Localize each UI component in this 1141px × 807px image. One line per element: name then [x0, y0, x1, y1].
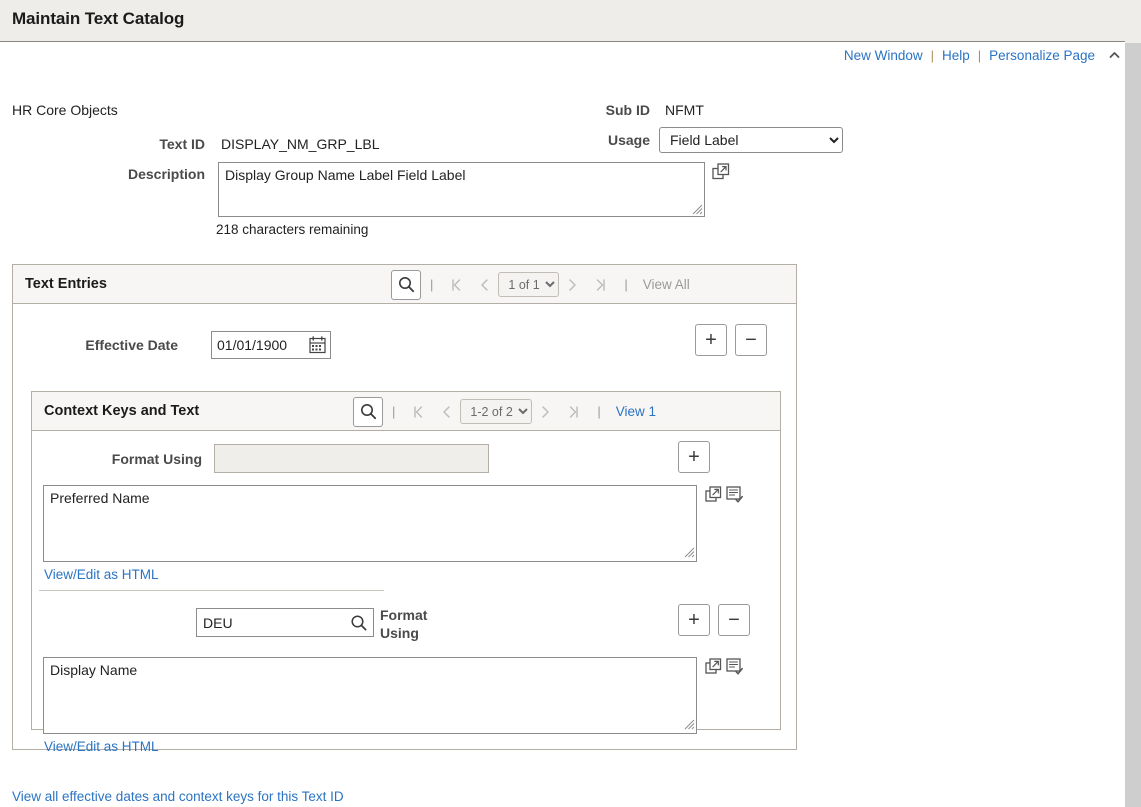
- pager-pipe-left: |: [421, 277, 442, 292]
- chars-remaining-text: 218 characters remaining: [216, 222, 368, 237]
- text-id-value: DISPLAY_NM_GRP_LBL: [221, 136, 379, 152]
- context-keys-header: Context Keys and Text |: [32, 392, 780, 431]
- view-edit-html-link-2[interactable]: View/Edit as HTML: [44, 739, 159, 754]
- format-using-label-1: Format Using: [72, 451, 202, 467]
- text-entries-pager: | 1 of 1: [391, 265, 696, 304]
- first-page-icon[interactable]: [404, 405, 433, 419]
- view-all-link[interactable]: View All: [637, 277, 696, 292]
- pager-pipe-left: |: [383, 404, 404, 419]
- prev-page-icon[interactable]: [471, 278, 498, 292]
- context-text-area-1[interactable]: Preferred Name: [43, 485, 697, 562]
- group-name-label: HR Core Objects: [12, 102, 118, 118]
- chevron-up-icon[interactable]: [1105, 46, 1123, 64]
- text-entries-header: Text Entries | 1 of 1: [13, 265, 796, 304]
- language-input-2[interactable]: [197, 609, 339, 636]
- add-effective-date-button[interactable]: +: [695, 324, 727, 356]
- format-using-label-2: Format Using: [380, 606, 442, 642]
- view-edit-html-link-1[interactable]: View/Edit as HTML: [44, 567, 159, 582]
- pager-pipe-right: |: [588, 404, 609, 419]
- context-text-area-2[interactable]: Display Name: [43, 657, 697, 734]
- next-page-icon[interactable]: [559, 278, 586, 292]
- context-text-block-1: Preferred Name: [43, 485, 697, 562]
- text-id-label: Text ID: [60, 136, 205, 152]
- effective-date-label: Effective Date: [33, 337, 178, 353]
- context-keys-range-select[interactable]: 1-2 of 2: [460, 399, 532, 424]
- effective-date-field[interactable]: [211, 331, 331, 359]
- page-title-bar: Maintain Text Catalog: [0, 0, 1128, 42]
- context-keys-pager: | 1-2 of 2: [353, 392, 662, 431]
- last-page-icon[interactable]: [559, 405, 588, 419]
- add-context-key-button-1[interactable]: +: [678, 441, 710, 473]
- search-icon[interactable]: [391, 270, 421, 300]
- view-1-link[interactable]: View 1: [610, 404, 662, 419]
- expand-icon[interactable]: [705, 485, 724, 504]
- context-text-icons-2: [705, 657, 744, 676]
- text-entries-range-select[interactable]: 1 of 1: [498, 272, 559, 297]
- format-using-field-1: [214, 444, 489, 473]
- scrollbar-corner: [1125, 0, 1141, 43]
- calendar-icon[interactable]: [309, 336, 326, 354]
- help-link[interactable]: Help: [934, 48, 978, 63]
- expand-icon[interactable]: [705, 657, 724, 676]
- context-text-icons-1: [705, 485, 744, 504]
- spellcheck-icon[interactable]: [725, 485, 744, 504]
- spellcheck-icon[interactable]: [725, 657, 744, 676]
- prev-page-icon[interactable]: [433, 405, 460, 419]
- sub-id-value: NFMT: [665, 102, 704, 118]
- vertical-scrollbar[interactable]: [1125, 43, 1141, 807]
- page-title: Maintain Text Catalog: [12, 9, 184, 29]
- usage-select[interactable]: Field Label: [659, 127, 843, 153]
- view-all-effective-dates-link[interactable]: View all effective dates and context key…: [12, 789, 344, 804]
- pager-pipe-right: |: [615, 277, 636, 292]
- context-text-block-2: Display Name: [43, 657, 697, 734]
- next-page-icon[interactable]: [532, 405, 559, 419]
- first-page-icon[interactable]: [442, 278, 471, 292]
- effective-date-input[interactable]: [212, 332, 296, 358]
- delete-effective-date-button[interactable]: −: [735, 324, 767, 356]
- last-page-icon[interactable]: [586, 278, 615, 292]
- context-row-divider: [39, 590, 384, 591]
- delete-context-key-button-2[interactable]: −: [718, 604, 750, 636]
- lookup-icon[interactable]: [350, 614, 368, 632]
- description-field[interactable]: Display Group Name Label Field Label: [218, 162, 705, 217]
- context-keys-panel: Context Keys and Text |: [31, 391, 781, 730]
- search-icon[interactable]: [353, 397, 383, 427]
- text-entries-panel: Text Entries | 1 of 1: [12, 264, 797, 750]
- new-window-link[interactable]: New Window: [836, 48, 931, 63]
- page-toolbar: New Window | Help | Personalize Page: [836, 43, 1123, 67]
- expand-icon[interactable]: [712, 163, 730, 181]
- context-keys-title: Context Keys and Text: [44, 403, 199, 419]
- description-label: Description: [40, 166, 205, 182]
- personalize-page-link[interactable]: Personalize Page: [981, 48, 1103, 63]
- add-context-key-button-2[interactable]: +: [678, 604, 710, 636]
- text-entries-title: Text Entries: [25, 276, 107, 292]
- sub-id-label: Sub ID: [520, 102, 650, 118]
- language-field-2[interactable]: [196, 608, 374, 637]
- usage-label: Usage: [520, 132, 650, 148]
